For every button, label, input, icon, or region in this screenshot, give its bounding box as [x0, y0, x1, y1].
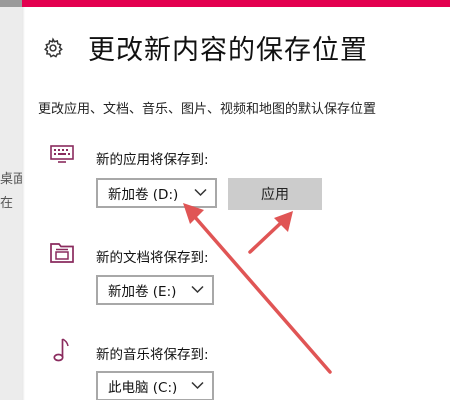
- dropdown-value: 新加卷 (D:): [108, 187, 179, 203]
- folder-icon: [50, 243, 74, 263]
- background-window-text: 桌面: [0, 172, 22, 187]
- apps-location-label: 新的应用将保存到:: [96, 152, 209, 168]
- dropdown-value: 此电脑 (C:): [108, 380, 178, 396]
- gear-icon: [44, 36, 63, 58]
- music-location-label: 新的音乐将保存到:: [96, 347, 209, 363]
- documents-location-dropdown[interactable]: 新加卷 (E:): [96, 275, 214, 305]
- chevron-down-icon: [194, 188, 207, 197]
- window-accent-strip: [0, 0, 450, 7]
- window-shadow: [22, 7, 25, 400]
- dropdown-value: 新加卷 (E:): [108, 284, 177, 300]
- page-title: 更改新内容的保存位置: [88, 35, 368, 66]
- background-window-strip: [0, 0, 22, 7]
- chevron-down-icon: [191, 285, 204, 294]
- documents-location-label: 新的文档将保存到:: [96, 250, 209, 266]
- music-note-icon: [53, 338, 69, 362]
- page-description: 更改应用、文档、音乐、图片、视频和地图的默认保存位置: [38, 102, 377, 117]
- apply-button[interactable]: 应用: [228, 178, 322, 210]
- music-location-dropdown[interactable]: 此电脑 (C:): [96, 371, 214, 400]
- background-window-text: 在: [0, 196, 14, 211]
- page-header: 更改新内容的保存位置: [42, 28, 368, 67]
- chevron-down-icon: [191, 381, 204, 390]
- annotation-arrow: [248, 211, 293, 254]
- apps-location-dropdown[interactable]: 新加卷 (D:): [96, 178, 217, 208]
- monitor-icon: [50, 145, 74, 163]
